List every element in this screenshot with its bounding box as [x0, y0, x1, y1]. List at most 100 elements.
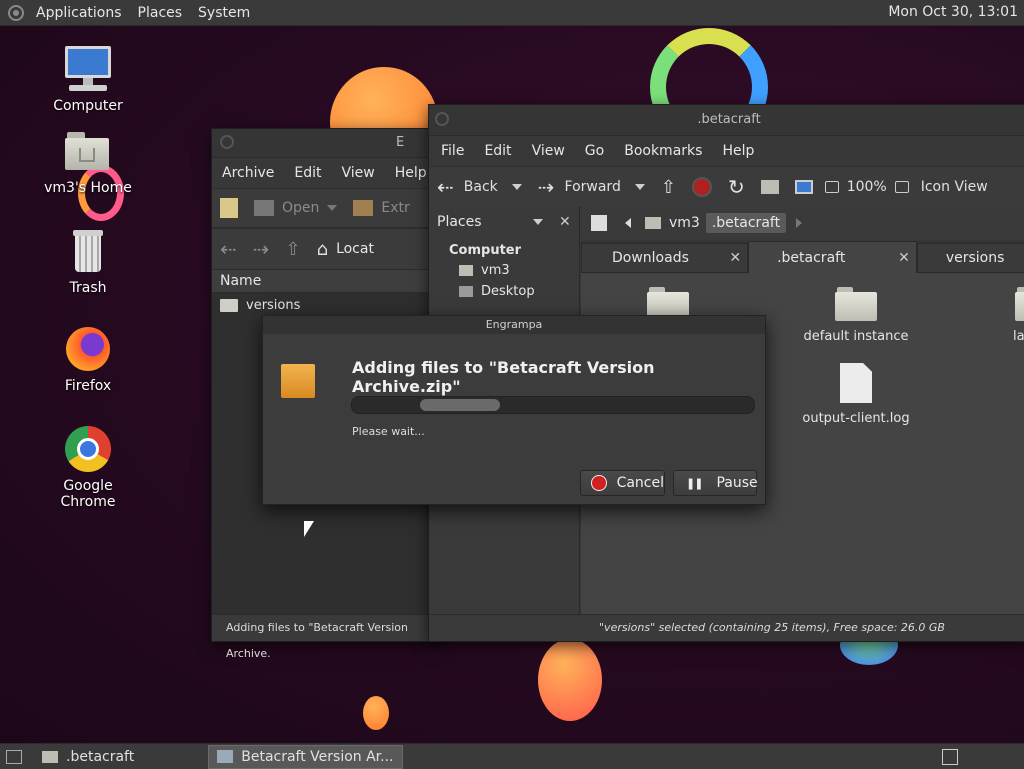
desktop-icon-trash[interactable]: Trash	[38, 228, 138, 296]
decor-orange-egg	[538, 639, 602, 721]
sidebar-item-vm3[interactable]: vm3	[429, 260, 579, 281]
path-left-arrow-icon[interactable]	[625, 218, 631, 228]
menu-help[interactable]: Help	[712, 143, 764, 159]
new-archive-button[interactable]	[212, 198, 246, 218]
mate-logo-icon[interactable]	[8, 4, 24, 21]
menu-applications[interactable]: Applications	[28, 5, 130, 21]
home-icon[interactable]: ⌂	[309, 239, 336, 260]
show-desktop-icon[interactable]	[6, 749, 22, 764]
desktop-icon	[459, 286, 473, 297]
caja-title: .betacraft	[697, 112, 761, 127]
menu-edit[interactable]: Edit	[474, 143, 521, 159]
path-button-vm3[interactable]: vm3	[639, 213, 706, 233]
dialog-heading: Adding files to "Betacraft Version Archi…	[352, 358, 655, 396]
task-betacraft-folder[interactable]: .betacraft	[34, 746, 142, 768]
menu-archive[interactable]: Archive	[212, 165, 284, 181]
file-icon	[840, 363, 872, 403]
reload-button[interactable]: ↻	[720, 175, 753, 199]
path-right-arrow-icon[interactable]	[796, 218, 803, 228]
progress-dialog: Engrampa Adding files to "Betacraft Vers…	[262, 315, 766, 505]
sidebar-item-label: vm3	[481, 263, 510, 278]
home-folder-icon	[63, 128, 113, 176]
desktop-icon-computer[interactable]: Computer	[38, 46, 138, 114]
path-button-label: .betacraft	[711, 215, 781, 231]
menu-places[interactable]: Places	[130, 5, 191, 21]
back-icon[interactable]: ⇠	[212, 237, 245, 261]
menu-bookmarks[interactable]: Bookmarks	[614, 143, 712, 159]
desktop-icon-home[interactable]: vm3's Home	[38, 128, 138, 196]
path-button-label: vm3	[669, 215, 700, 231]
file-item-output-client-log[interactable]: output-client.log	[781, 363, 931, 426]
workspace-switcher-icon[interactable]	[942, 749, 958, 765]
computer-icon	[63, 46, 113, 94]
zoom-control[interactable]: 100%	[821, 179, 913, 195]
pause-button[interactable]: ❚❚ Pause	[673, 470, 758, 496]
window-menu-icon[interactable]	[435, 112, 449, 126]
cancel-icon	[591, 475, 607, 491]
desktop-icon-label: Google Chrome	[60, 478, 116, 510]
computer-button[interactable]	[787, 180, 821, 194]
home-folder-icon	[760, 180, 779, 194]
task-engrampa[interactable]: Betacraft Version Ar...	[208, 744, 403, 769]
caja-statusbar: "versions" selected (containing 25 items…	[429, 614, 1024, 641]
view-mode-select[interactable]: Icon View	[913, 179, 996, 195]
tab-bar: Downloads ✕ .betacraft ✕ versions	[581, 241, 1024, 273]
close-icon[interactable]: ✕	[898, 250, 910, 266]
menu-view[interactable]: View	[522, 143, 575, 159]
caja-titlebar[interactable]: .betacraft	[429, 105, 1024, 136]
close-icon[interactable]: ✕	[729, 250, 741, 266]
menu-edit[interactable]: Edit	[284, 165, 331, 181]
column-header-name[interactable]: Name	[212, 270, 442, 293]
back-button[interactable]: ⇠ Back	[429, 175, 530, 199]
stop-icon	[691, 177, 712, 197]
sidebar-selector[interactable]: Places ✕	[429, 207, 579, 237]
file-item-partial[interactable]: la	[1001, 287, 1024, 344]
forward-button[interactable]: ⇢ Forward	[530, 175, 653, 199]
sidebar-item-desktop[interactable]: Desktop	[429, 281, 579, 302]
desktop-icon-chrome[interactable]: Google Chrome	[38, 426, 138, 510]
tab-versions[interactable]: versions	[916, 243, 1024, 273]
archive-icon	[281, 364, 315, 398]
clock[interactable]: Mon Oct 30, 13:01	[888, 4, 1018, 20]
list-item[interactable]: versions	[212, 293, 442, 317]
menu-file[interactable]: File	[431, 143, 474, 159]
sidebar-selector-label: Places	[437, 214, 482, 230]
menu-go[interactable]: Go	[575, 143, 614, 159]
desktop-icon-label: vm3's Home	[44, 180, 132, 196]
home-button[interactable]	[753, 180, 787, 194]
up-icon[interactable]: ⇧	[278, 239, 309, 260]
cancel-label: Cancel	[616, 475, 664, 491]
tab-betacraft[interactable]: .betacraft ✕	[748, 241, 917, 273]
extract-button[interactable]: Extr	[345, 200, 417, 216]
open-label: Open	[282, 200, 320, 216]
tab-label: .betacraft	[777, 249, 846, 266]
stop-button[interactable]	[684, 177, 720, 197]
trash-icon	[63, 228, 113, 276]
firefox-icon	[63, 326, 113, 374]
taskbar: .betacraft Betacraft Version Ar...	[0, 743, 1024, 769]
sidebar-item-label: Desktop	[481, 284, 535, 299]
dialog-title[interactable]: Engrampa	[263, 316, 765, 334]
path-bar: vm3 .betacraft	[581, 207, 1024, 239]
chevron-down-icon	[327, 205, 338, 211]
chevron-down-icon[interactable]	[511, 184, 522, 190]
engrampa-titlebar[interactable]: E	[212, 129, 442, 158]
path-button-betacraft[interactable]: .betacraft	[705, 213, 787, 233]
close-icon[interactable]: ✕	[559, 214, 571, 230]
up-button[interactable]: ⇧	[653, 177, 684, 198]
forward-icon[interactable]: ⇢	[245, 237, 278, 261]
edit-location-icon[interactable]	[591, 215, 607, 231]
open-button[interactable]: Open	[246, 200, 345, 216]
window-menu-icon[interactable]	[220, 135, 234, 149]
file-item-default-instance[interactable]: default instance	[781, 287, 931, 344]
menu-system[interactable]: System	[190, 5, 258, 21]
file-item-label: output-client.log	[802, 411, 910, 426]
engrampa-menubar: Archive Edit View Help	[212, 158, 442, 188]
chevron-down-icon[interactable]	[634, 184, 645, 190]
cancel-button[interactable]: Cancel	[580, 470, 665, 496]
folder-icon	[835, 287, 877, 321]
desktop-icon-label: Trash	[69, 280, 107, 296]
desktop-icon-firefox[interactable]: Firefox	[38, 326, 138, 394]
menu-view[interactable]: View	[332, 165, 385, 181]
tab-downloads[interactable]: Downloads ✕	[581, 243, 749, 273]
